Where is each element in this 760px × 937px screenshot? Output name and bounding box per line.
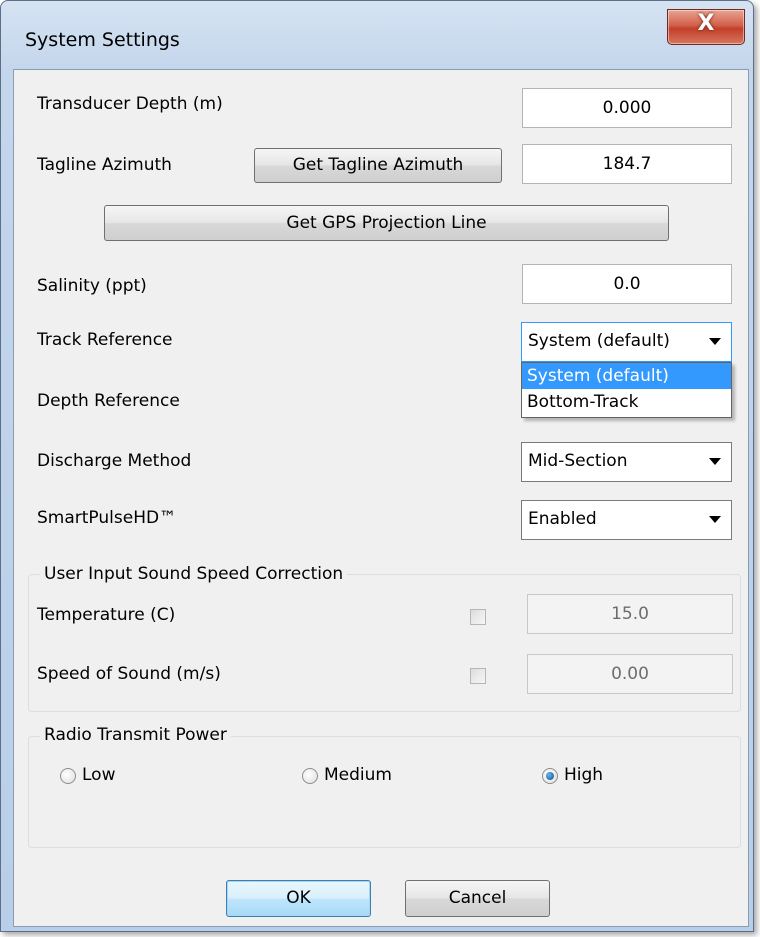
salinity-label: Salinity (ppt) xyxy=(37,276,147,296)
temperature-input[interactable]: 15.0 xyxy=(527,594,733,634)
tagline-azimuth-input[interactable]: 184.7 xyxy=(522,144,732,184)
depth-reference-label: Depth Reference xyxy=(37,391,180,411)
temperature-checkbox[interactable] xyxy=(470,609,486,625)
temperature-label: Temperature (C) xyxy=(37,605,176,625)
radio-medium-label[interactable]: Medium xyxy=(324,765,392,785)
track-reference-value: System (default) xyxy=(528,331,670,351)
window-title: System Settings xyxy=(25,29,180,51)
dropdown-option-bottom-track[interactable]: Bottom-Track xyxy=(522,389,731,415)
tagline-azimuth-label: Tagline Azimuth xyxy=(37,155,172,175)
discharge-method-value: Mid-Section xyxy=(528,451,628,471)
chevron-down-icon xyxy=(709,516,721,523)
track-reference-select[interactable]: System (default) xyxy=(521,322,732,362)
transducer-depth-label: Transducer Depth (m) xyxy=(37,94,223,114)
track-reference-label: Track Reference xyxy=(37,330,173,350)
get-gps-projection-line-button[interactable]: Get GPS Projection Line xyxy=(104,205,669,241)
discharge-method-label: Discharge Method xyxy=(37,451,192,471)
radio-medium[interactable] xyxy=(302,768,318,784)
speed-of-sound-label: Speed of Sound (m/s) xyxy=(37,664,221,684)
discharge-method-select[interactable]: Mid-Section xyxy=(521,442,732,482)
chevron-down-icon xyxy=(709,338,721,345)
transducer-depth-input[interactable]: 0.000 xyxy=(522,88,732,128)
radio-high-label[interactable]: High xyxy=(564,765,603,785)
smartpulse-select[interactable]: Enabled xyxy=(521,500,732,540)
close-button[interactable]: X xyxy=(667,9,745,45)
radio-low[interactable] xyxy=(60,768,76,784)
radio-power-group-title: Radio Transmit Power xyxy=(40,725,231,745)
sound-speed-group-title: User Input Sound Speed Correction xyxy=(40,564,348,584)
cancel-button[interactable]: Cancel xyxy=(405,880,550,917)
smartpulse-label: SmartPulseHD™ xyxy=(37,508,177,528)
get-tagline-azimuth-button[interactable]: Get Tagline Azimuth xyxy=(254,148,502,183)
track-reference-dropdown-list: System (default) Bottom-Track xyxy=(521,362,732,418)
close-icon: X xyxy=(697,11,715,36)
salinity-input[interactable]: 0.0 xyxy=(522,264,732,304)
dropdown-option-system-default[interactable]: System (default) xyxy=(522,363,731,389)
speed-of-sound-checkbox[interactable] xyxy=(470,668,486,684)
radio-high[interactable] xyxy=(542,768,558,784)
radio-low-label[interactable]: Low xyxy=(82,765,115,785)
speed-of-sound-input[interactable]: 0.00 xyxy=(527,654,733,694)
radio-power-group xyxy=(28,736,741,848)
ok-button[interactable]: OK xyxy=(226,880,371,917)
smartpulse-value: Enabled xyxy=(528,509,597,529)
chevron-down-icon xyxy=(709,458,721,465)
